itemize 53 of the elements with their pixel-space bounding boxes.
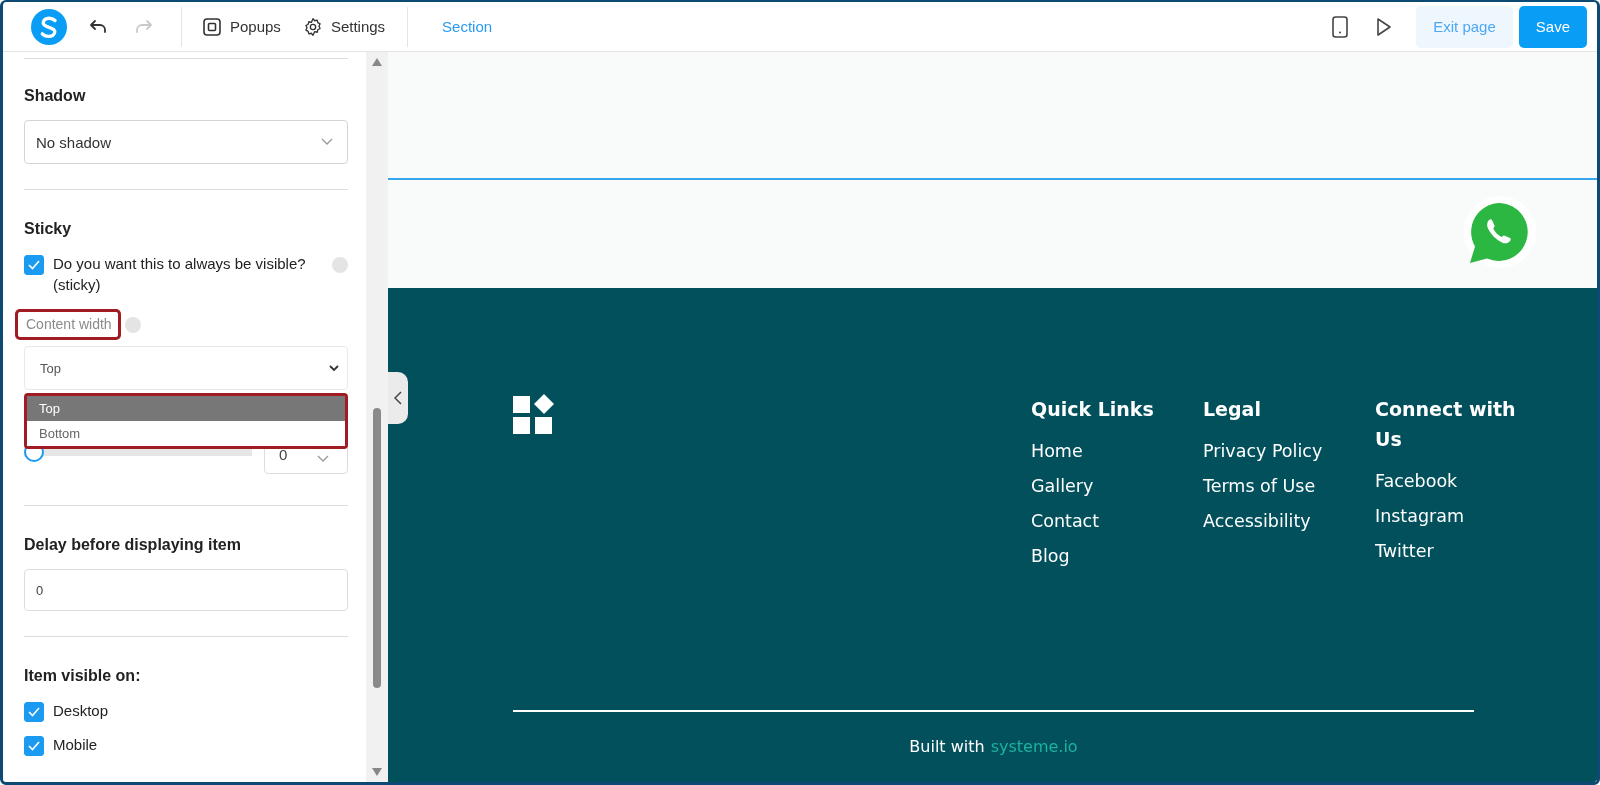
select-value: Top (40, 360, 61, 376)
footer-link[interactable]: Terms of Use (1203, 469, 1375, 504)
logo-icon (513, 394, 555, 436)
footer-link[interactable]: Privacy Policy (1203, 434, 1375, 469)
checkbox-label: Desktop (53, 701, 110, 721)
footer-link[interactable]: Contact (1031, 504, 1203, 539)
checkmark-icon (28, 260, 40, 270)
scrollbar-thumb[interactable] (373, 408, 381, 688)
dropdown-option[interactable]: Top (27, 396, 345, 421)
settings-icon (302, 16, 323, 37)
checkmark-icon (28, 741, 40, 751)
delay-input[interactable]: 0 (24, 569, 348, 611)
footer-link[interactable]: Twitter (1375, 534, 1547, 569)
checkbox-label: Do you want this to always be visible? (sticky) (53, 254, 307, 295)
footer-link[interactable]: Blog (1031, 539, 1203, 574)
checkbox-label: Mobile (53, 735, 99, 755)
scroll-up-icon[interactable] (372, 58, 382, 66)
collapse-handle[interactable] (388, 372, 408, 424)
scroll-down-icon[interactable] (372, 768, 382, 776)
toolbar-button[interactable]: Popups (202, 12, 281, 41)
mobile-icon[interactable] (1332, 15, 1349, 38)
chevron-down-icon (321, 138, 333, 146)
select-value: No shadow (36, 133, 112, 151)
checkbox[interactable] (24, 702, 44, 722)
credit-text: Built with (909, 737, 985, 756)
footer-link[interactable]: Instagram (1375, 499, 1547, 534)
scrollbar[interactable] (366, 52, 388, 782)
chevron-down-icon (317, 455, 330, 463)
toolbar-button[interactable]: Settings (302, 12, 386, 41)
play-icon[interactable] (1376, 16, 1393, 37)
footer-link[interactable]: Home (1031, 434, 1203, 469)
chevron-down-icon (329, 364, 339, 372)
footer-link[interactable]: Accessibility (1203, 504, 1375, 539)
section-title: Item visible on: (24, 667, 142, 685)
shadow-select[interactable]: No shadow (24, 120, 348, 164)
square-icon (202, 16, 222, 37)
section-title: Sticky (24, 220, 73, 238)
content-width-select[interactable]: Top (24, 346, 348, 390)
footer-link[interactable]: Gallery (1031, 469, 1203, 504)
footer-link[interactable]: Facebook (1375, 464, 1547, 499)
logo-icon[interactable] (31, 8, 67, 45)
section-title: Shadow (24, 87, 87, 105)
column-heading: Legal (1203, 397, 1262, 422)
section-title: Delay before displaying item (24, 536, 242, 554)
chevron-left-icon (394, 391, 402, 405)
checkbox[interactable] (24, 255, 44, 275)
column-heading: Quick Links (1031, 397, 1155, 422)
checkbox[interactable] (24, 736, 44, 756)
checkmark-icon (28, 707, 40, 717)
column-heading: Connect with Us (1375, 397, 1517, 452)
field-label: Content width (15, 309, 121, 340)
help-icon (124, 316, 141, 333)
help-icon (332, 257, 348, 273)
